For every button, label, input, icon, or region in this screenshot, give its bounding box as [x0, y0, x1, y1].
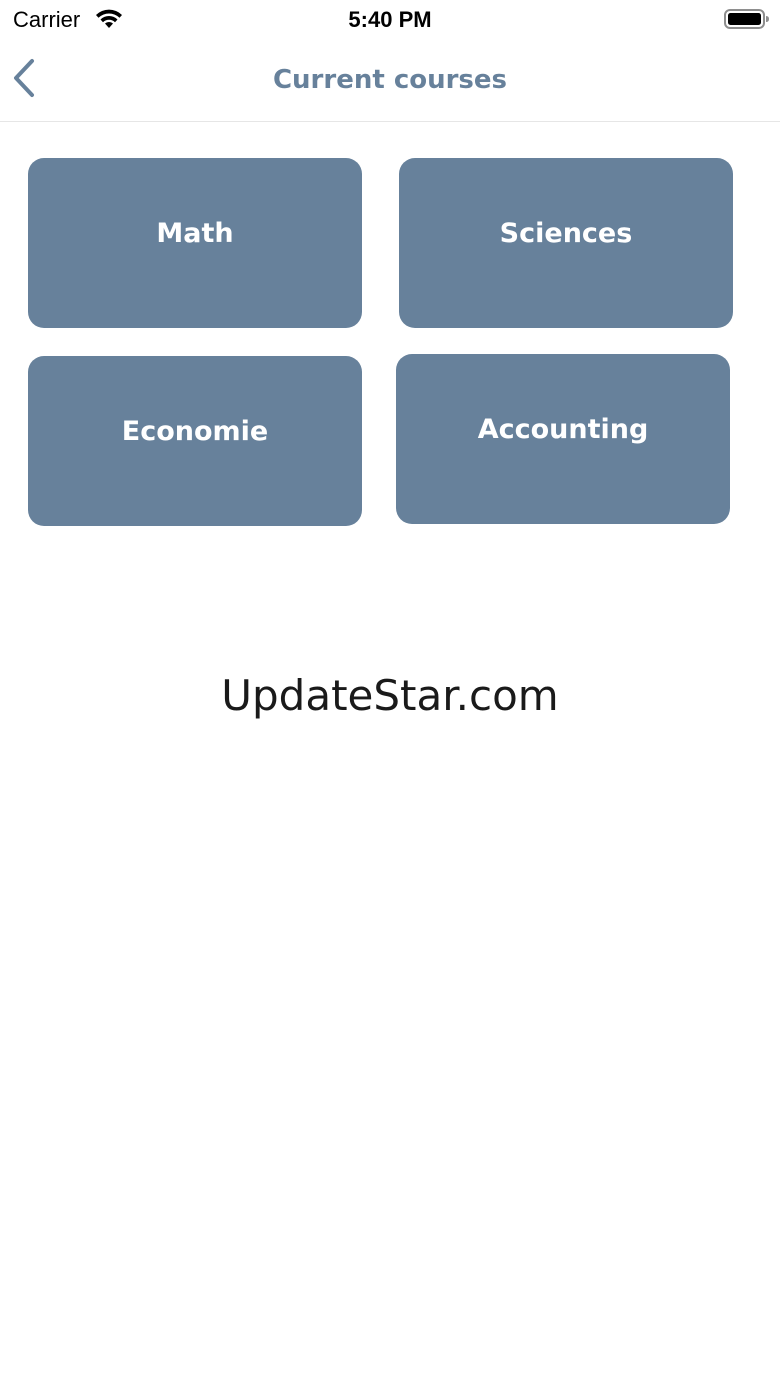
course-card-accounting[interactable]: Accounting: [396, 354, 730, 524]
battery-icon: [724, 9, 770, 29]
course-label: Sciences: [499, 218, 633, 249]
course-label: Accounting: [477, 414, 649, 445]
navigation-bar: Current courses: [0, 40, 780, 122]
status-bar: Carrier 5:40 PM: [0, 0, 780, 40]
watermark: UpdateStar.com: [221, 671, 559, 720]
status-time: 5:40 PM: [348, 7, 432, 32]
course-card-economie[interactable]: Economie: [28, 356, 362, 526]
course-label: Economie: [121, 416, 269, 447]
page-title: Current courses: [272, 65, 508, 95]
course-card-sciences[interactable]: Sciences: [399, 158, 733, 328]
course-label: Math: [156, 218, 234, 249]
course-card-math[interactable]: Math: [28, 158, 362, 328]
